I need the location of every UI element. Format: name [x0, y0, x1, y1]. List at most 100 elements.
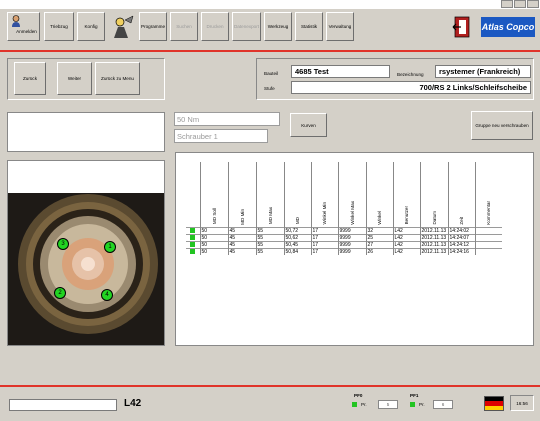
table-cell: 50,45	[283, 240, 311, 248]
table-cell: 9999	[337, 247, 366, 255]
table-cell	[474, 226, 502, 234]
column-header-label: MD Soll	[211, 208, 217, 225]
designation-field: rsystemer (Frankreich)	[435, 65, 531, 78]
table-cell: 55	[255, 233, 284, 241]
train-label: Triebzug	[50, 24, 68, 29]
search-button[interactable]: Suchen	[170, 12, 198, 41]
screwer-field: Schrauber 1	[174, 129, 268, 143]
torque-field: 50 Nm	[174, 112, 280, 126]
menu-button[interactable]: Zurück zu Menu	[95, 62, 140, 95]
bolt-marker: 4	[101, 289, 113, 301]
table-cell: 2012.11.13	[419, 233, 448, 241]
login-label: Anmelden	[16, 29, 37, 34]
train-button[interactable]: Triebzug	[44, 12, 74, 41]
table-cell: 55	[255, 240, 284, 248]
table-cell: L42	[392, 226, 420, 234]
pf1-indicator	[410, 402, 415, 407]
column-header: Winkel Max	[337, 162, 366, 227]
admin-button[interactable]: Verwaltung	[326, 12, 354, 41]
table-cell: 17	[310, 233, 338, 241]
current-user: L42	[124, 398, 142, 409]
curves-button[interactable]: Kurven	[290, 113, 327, 137]
regroup-label: Gruppe neu verschrauben	[475, 123, 529, 128]
stage-field: 700/RS 2 Links/Schleifscheibe	[291, 81, 531, 94]
admin-label: Verwaltung	[328, 24, 352, 29]
minimize-button[interactable]	[501, 0, 513, 8]
table-cell	[474, 240, 502, 248]
table-cell: 50,72	[283, 226, 311, 234]
column-header: MD Soll	[199, 162, 228, 227]
print-label: Drucken	[206, 24, 224, 29]
menu-label: Zurück zu Menu	[101, 76, 134, 81]
config-button[interactable]: Konfig	[77, 12, 105, 41]
login-button[interactable]: Anmelden	[7, 12, 40, 41]
table-cell: 55	[255, 226, 284, 234]
search-label: Suchen	[176, 24, 192, 29]
table-cell: 17	[310, 240, 338, 248]
column-header-label: Winkel Min	[322, 202, 327, 225]
table-cell: L42	[392, 233, 420, 241]
table-cell: L42	[392, 247, 420, 255]
table-cell: 17	[310, 247, 338, 255]
table-row[interactable]: 50 45 55 50,84 17 9999 26 L42 2012.11.13…	[186, 247, 502, 255]
table-cell: 25	[365, 233, 393, 241]
german-flag-icon[interactable]	[484, 396, 504, 411]
table-cell: 26	[365, 247, 393, 255]
table-cell: 14:24:07	[447, 233, 475, 241]
tool-button[interactable]: Werkzeug	[264, 12, 292, 41]
column-header: Winkel	[365, 162, 393, 227]
divider-top	[0, 50, 540, 52]
column-header-label: Zeit	[459, 216, 464, 225]
status-cell	[186, 247, 200, 255]
back-button[interactable]: Zurück	[14, 62, 46, 95]
pf1-program-field[interactable]: 6	[433, 400, 453, 409]
table-cell: L42	[392, 240, 420, 248]
table-row[interactable]: 50 45 55 50,72 17 9999 32 L42 2012.11.13…	[186, 226, 502, 234]
regroup-button[interactable]: Gruppe neu verschrauben	[471, 111, 533, 140]
bolt-label: 4	[105, 292, 109, 298]
table-cell	[474, 233, 502, 241]
table-cell: 45	[227, 233, 256, 241]
pf0-program-field[interactable]: 5	[378, 400, 398, 409]
table-cell: 45	[227, 226, 256, 234]
table-cell: 55	[255, 247, 284, 255]
close-button[interactable]	[527, 0, 539, 8]
ok-indicator	[190, 242, 195, 247]
pf1-pr-label: Pr.	[419, 402, 425, 407]
user-icon	[12, 15, 20, 27]
exit-door-icon[interactable]	[449, 13, 477, 41]
designation-label: Bezeichnung	[397, 72, 424, 77]
statistics-label: Statistik	[300, 24, 318, 29]
export-button[interactable]: Datenexport	[232, 12, 261, 41]
pf1-label: PF1	[410, 393, 419, 398]
pf0-label: PF0	[354, 393, 363, 398]
column-header-label: MD	[295, 217, 300, 225]
clock-label: 16:56	[516, 400, 528, 406]
tools-figure-icon[interactable]	[108, 12, 138, 41]
table-cell: 50,84	[283, 247, 311, 255]
status-cell	[186, 240, 200, 248]
export-label: Datenexport	[233, 24, 260, 29]
status-input[interactable]	[9, 399, 117, 411]
tool-label: Werkzeug	[267, 24, 289, 29]
print-button[interactable]: Drucken	[201, 12, 229, 41]
bolt-marker: 3	[57, 238, 69, 250]
bolt-label: 2	[58, 290, 62, 296]
maximize-button[interactable]	[514, 0, 526, 8]
part-field: 4685 Test	[291, 65, 390, 78]
programs-button[interactable]: Programme	[139, 12, 167, 41]
pf0-pr-label: Pr.	[361, 402, 367, 407]
bolt-label: 3	[61, 241, 65, 247]
ok-indicator	[190, 235, 195, 240]
column-header-label: Datum	[431, 210, 437, 225]
table-row[interactable]: 50 45 55 50,45 17 9999 27 L42 2012.11.13…	[186, 240, 502, 248]
column-header-label: Benutzer	[404, 206, 409, 225]
table-cell: 2012.11.13	[419, 240, 448, 248]
atlas-copco-logo: Atlas Copco	[481, 17, 535, 37]
column-header: MD	[283, 162, 311, 227]
info-panel	[7, 112, 165, 152]
next-button[interactable]: Weiter	[57, 62, 92, 95]
statistics-button[interactable]: Statistik	[295, 12, 323, 41]
table-row[interactable]: 50 45 55 50,62 17 9999 25 L42 2012.11.13…	[186, 233, 502, 241]
window-title-bar	[0, 0, 540, 9]
